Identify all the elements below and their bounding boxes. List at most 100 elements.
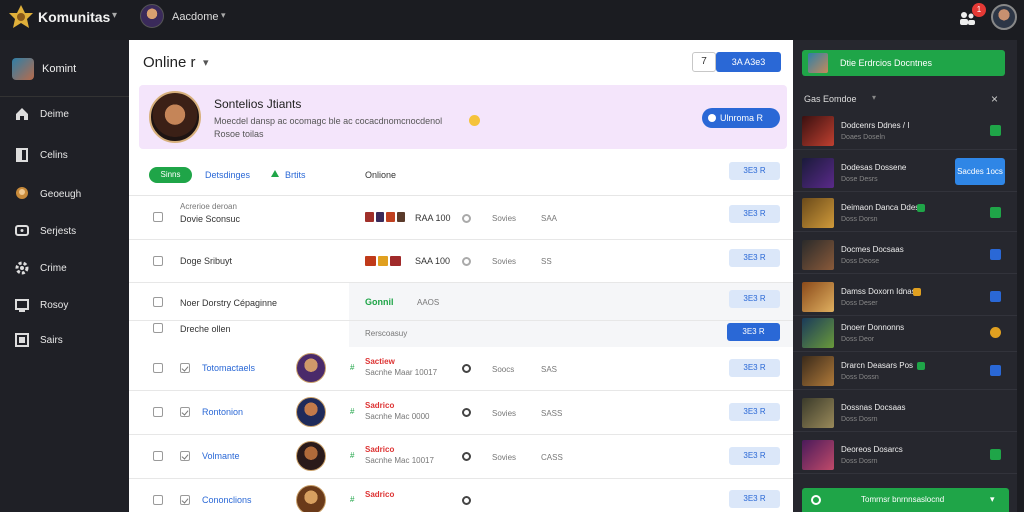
banner-title: Sontelios Jtiants <box>214 97 302 111</box>
item-title: Dodcenrs Ddnes / I <box>841 121 910 130</box>
close-icon[interactable]: × <box>991 92 998 106</box>
item-action-icon[interactable] <box>990 125 1001 136</box>
item-action-icon[interactable] <box>990 365 1001 376</box>
crest-logo-icon[interactable] <box>8 4 34 30</box>
row-checkbox[interactable] <box>153 323 163 333</box>
item-action-icon[interactable] <box>990 449 1001 460</box>
nav-item-settings[interactable]: Crime <box>0 254 129 284</box>
list-item[interactable]: Dodcenrs Ddnes / I Doaes Doseln <box>793 112 1017 150</box>
list-item[interactable]: Docmes Docsaas Doss Deose <box>793 236 1017 274</box>
item-subtitle: Doss Deser <box>841 300 878 307</box>
table-row[interactable]: Acrerioe deroan Dovie Sconsuc RAA 100 So… <box>129 196 793 240</box>
row-name-link[interactable]: Volmante <box>202 451 240 461</box>
chevron-down-icon[interactable]: ▾ <box>872 93 876 102</box>
row-checkbox[interactable] <box>153 212 163 222</box>
list-item[interactable]: Drarcn Deasars Pos Doss Dossn <box>793 352 1017 390</box>
voice-status-label: Dtie Erdrcios Docntnes <box>840 58 933 68</box>
row-action-button[interactable]: 3E3 R <box>729 205 780 223</box>
row-name-link[interactable]: Rontonion <box>202 407 243 417</box>
row-action-button[interactable]: 3E3 R <box>729 490 780 508</box>
nav-item-label: Rosoy <box>40 300 69 311</box>
user-avatar[interactable] <box>140 4 164 28</box>
profile-avatar[interactable] <box>991 4 1017 30</box>
chevron-down-icon[interactable]: ▾ <box>203 56 209 69</box>
item-action-icon[interactable] <box>990 249 1001 260</box>
list-item[interactable]: Deimaon Danca Ddes Doss Dorsn <box>793 194 1017 232</box>
panel-title[interactable]: Gas Eomdoe <box>804 94 857 104</box>
row-checkbox[interactable] <box>153 297 163 307</box>
nav-profile[interactable]: Komint <box>0 50 129 90</box>
banner-action-button[interactable]: Ulnroma R <box>702 108 780 128</box>
table-row[interactable]: Noer Dorstry Cépaginne Gonnil AAOS 3E3 R <box>129 283 793 321</box>
user-name[interactable]: Aacdome <box>172 11 218 23</box>
filter-link-bits[interactable]: Brtits <box>285 170 306 180</box>
list-item[interactable]: Deoreos Dosarcs Doss Dosrn <box>793 436 1017 474</box>
row-name-link[interactable]: Cononclions <box>202 495 252 505</box>
item-action-icon[interactable] <box>990 207 1001 218</box>
brand-name[interactable]: Komunitas <box>38 9 110 25</box>
item-action-icon[interactable] <box>990 327 1001 338</box>
row-action-button[interactable]: 3E3 R <box>729 447 780 465</box>
table-row[interactable]: Volmante # Sadrico Sacnhe Mac 10017 Sovi… <box>129 435 793 479</box>
row-action-button[interactable]: 3E3 R <box>729 249 780 267</box>
row-tag: Sadrico <box>365 445 395 454</box>
page-title[interactable]: Online r <box>143 54 196 71</box>
table-row[interactable]: Cononclions # Sadrico 3E3 R <box>129 479 793 512</box>
call-button[interactable]: Sacdes 1ocs <box>955 158 1005 185</box>
list-item[interactable]: Dodesas Dossene Dose Desrs Sacdes 1ocs <box>793 154 1017 192</box>
online-filter-chip[interactable]: Sinns <box>149 167 192 183</box>
scrollbar[interactable] <box>1017 40 1024 512</box>
row-checkbox[interactable] <box>153 451 163 461</box>
item-thumbnail <box>802 240 834 270</box>
status-icon <box>462 452 471 461</box>
nav-divider <box>0 96 129 97</box>
box-icon <box>15 333 29 347</box>
row-primary-button[interactable]: 3E3 R <box>727 323 780 341</box>
table-row[interactable]: Doge Sribuyt SAA 100 Sovies SS 3E3 R <box>129 240 793 283</box>
door-icon <box>16 148 28 162</box>
row-check-icon[interactable] <box>180 407 190 417</box>
table-row[interactable]: Totomactaels # Sactiew Sacnhe Maar 10017… <box>129 347 793 391</box>
item-action-icon[interactable] <box>990 291 1001 302</box>
filter-link-details[interactable]: Detsdinges <box>205 170 250 180</box>
nav-item-characters[interactable]: Geoeugh <box>0 180 129 210</box>
voice-status-bar[interactable]: Dtie Erdrcios Docntnes <box>802 50 1005 76</box>
list-item[interactable]: Damss Doxorn Idnas Doss Deser <box>793 278 1017 316</box>
item-subtitle: Doss Dossn <box>841 374 879 381</box>
row-action-button[interactable]: 3E3 R <box>729 403 780 421</box>
nav-item-rooms[interactable]: Celins <box>0 141 129 171</box>
nav-item-home[interactable]: Deime <box>0 100 129 130</box>
row-checkbox[interactable] <box>153 256 163 266</box>
primary-button[interactable]: 3A A3e3 <box>716 52 781 72</box>
brand-caret-icon[interactable]: ▾ <box>112 10 117 21</box>
row-count: SASS <box>541 409 563 418</box>
row-subtext: Sacnhe Mac 10017 <box>365 456 434 465</box>
row-checkbox[interactable] <box>153 407 163 417</box>
nav-item-label: Geoeugh <box>40 189 82 200</box>
row-checkbox[interactable] <box>153 363 163 373</box>
row-action-button[interactable]: 3E3 R <box>729 290 780 308</box>
row-action-button[interactable]: 3E3 R <box>729 162 780 180</box>
secondary-button[interactable]: 7 <box>692 52 716 72</box>
row-avatar <box>296 353 326 383</box>
table-row[interactable]: Dreche ollen Rerscoasuy 3E3 R <box>129 321 793 347</box>
row-checkbox[interactable] <box>153 495 163 505</box>
row-status: Sovies <box>492 409 517 418</box>
list-item[interactable]: Dnoerr Donnonns Doss Deor <box>793 314 1017 352</box>
bottom-status-bar[interactable]: Tomrnsr bnrnnsaslocnd ▾ <box>802 488 1009 512</box>
bottom-status-label: Tomrnsr bnrnnsaslocnd <box>861 495 945 504</box>
notification-badge[interactable]: 1 <box>972 3 986 17</box>
row-action-button[interactable]: 3E3 R <box>729 359 780 377</box>
nav-item-box[interactable]: Sairs <box>0 326 129 356</box>
list-item[interactable]: Dossnas Docsaas Doss Dosrn <box>793 394 1017 432</box>
nav-item-chat[interactable]: Serjests <box>0 217 129 247</box>
nav-item-monitor[interactable]: Rosoy <box>0 291 129 321</box>
row-check-icon[interactable] <box>180 495 190 505</box>
row-name-link[interactable]: Totomactaels <box>202 363 255 373</box>
row-check-icon[interactable] <box>180 451 190 461</box>
chevron-down-icon[interactable]: ▾ <box>990 494 995 505</box>
row-check-icon[interactable] <box>180 363 190 373</box>
row-name: Noer Dorstry Cépaginne <box>180 298 278 308</box>
table-row[interactable]: Rontonion # Sadrico Sacnhe Mac 0000 Sovi… <box>129 391 793 435</box>
user-caret-icon[interactable]: ▾ <box>221 10 226 21</box>
